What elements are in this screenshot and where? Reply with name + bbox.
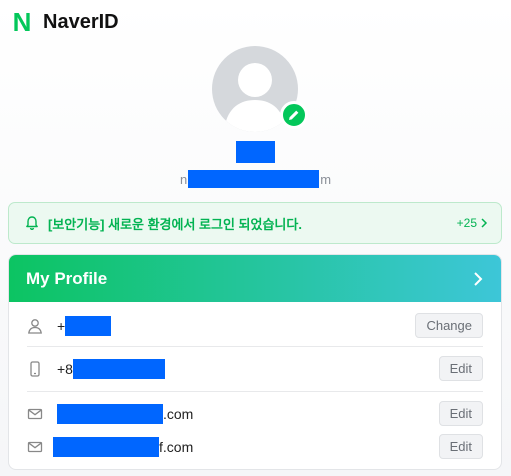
security-alert-banner[interactable]: [보안기능] 새로운 환경에서 로그인 되었습니다. +25 [8,202,502,244]
profile-phone-value: +8 [57,358,439,379]
profile-phone-redacted [72,358,165,379]
profile-name-value: + [57,315,415,336]
profile-email-1-redacted [57,403,163,424]
header: N NaverID [10,9,119,35]
chevron-right-icon [481,218,488,228]
alert-count: +25 [457,216,489,230]
edit-email-2-button[interactable]: Edit [438,434,483,459]
divider [27,346,483,347]
edit-phone-button[interactable]: Edit [438,356,483,381]
divider [27,391,483,392]
chevron-right-icon [474,271,483,286]
mail-icon [27,406,43,422]
phone-icon [27,360,43,377]
email-redacted [188,170,320,188]
profile-row-name: + Change [27,313,483,338]
person-icon [27,318,43,334]
profile-row-phone: +8 Edit [27,356,483,381]
account-email: n m [180,170,331,188]
alert-text: [보안기능] 새로운 환경에서 로그인 되었습니다. [48,216,302,232]
redacted-name [236,141,275,163]
change-button[interactable]: Change [415,313,483,338]
profile-row-email-1: .com Edit [27,401,483,426]
email-prefix: n [180,171,188,187]
my-profile-header[interactable]: My Profile [9,255,501,302]
profile-phone-prefix: +8 [57,360,73,377]
profile-email-1-suffix: .com [163,405,194,422]
profile-email-2-suffix: f.com [159,438,194,455]
email-suffix: m [320,171,332,187]
mail-icon [27,439,43,455]
profile-email-2-redacted [53,436,159,457]
profile-email-1-value: .com [57,403,439,424]
profile-email-2-value: f.com [53,436,439,457]
avatar-area [212,46,308,132]
pencil-icon [289,110,299,120]
profile-row-email-2: f.com Edit [27,434,483,459]
edit-avatar-button[interactable] [280,101,308,129]
my-profile-title: My Profile [26,268,108,288]
profile-name-redacted [65,315,112,336]
bell-icon [26,216,38,231]
brand-title: NaverID [43,10,119,33]
profile-name-prefix: + [57,317,66,334]
edit-email-1-button[interactable]: Edit [438,401,483,426]
alert-count-value: +25 [456,216,477,230]
my-profile-card: My Profile + Change +8 Edit .com Edit f.… [8,254,502,470]
naver-logo[interactable]: N [10,9,34,35]
